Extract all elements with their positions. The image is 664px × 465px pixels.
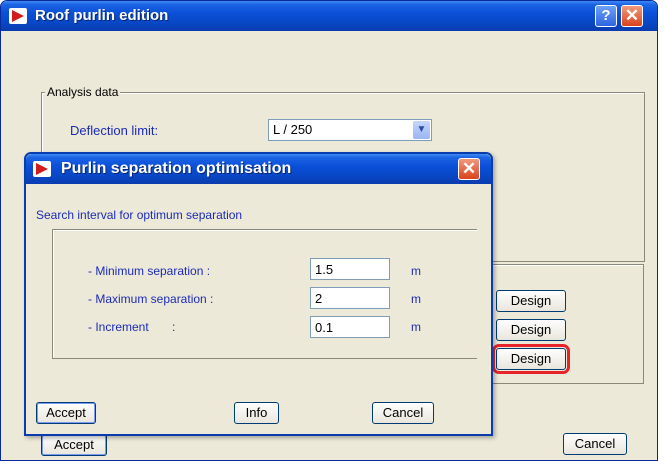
increment-label: - Increment : xyxy=(88,320,176,334)
minimum-separation-input[interactable] xyxy=(310,258,390,280)
purlin-separation-dialog: Purlin separation optimisation ✕ Search … xyxy=(24,152,493,436)
increment-unit: m xyxy=(411,320,421,334)
chevron-down-icon[interactable]: ▼ xyxy=(413,121,430,139)
analysis-data-legend: Analysis data xyxy=(45,85,121,99)
dialog-title: Purlin separation optimisation xyxy=(61,160,292,177)
help-icon[interactable]: ? xyxy=(595,5,617,27)
design-button-1[interactable]: Design xyxy=(496,290,566,312)
dialog-cancel-button[interactable]: Cancel xyxy=(372,402,434,424)
main-titlebar[interactable]: Roof purlin edition ? ✕ xyxy=(1,1,657,31)
maximum-separation-label: - Maximum separation : xyxy=(88,292,214,306)
deflection-limit-select[interactable]: L / 250 ▼ xyxy=(268,119,432,141)
minimum-separation-label: - Minimum separation : xyxy=(88,264,211,278)
increment-input[interactable] xyxy=(310,316,390,338)
close-icon[interactable]: ✕ xyxy=(621,5,643,27)
main-accept-button[interactable]: Accept xyxy=(41,434,107,456)
app-icon xyxy=(9,8,27,24)
deflection-limit-label: Deflection limit: xyxy=(70,123,159,138)
dialog-info-button[interactable]: Info xyxy=(234,402,279,424)
design-button-3[interactable]: Design xyxy=(492,344,570,374)
main-cancel-button[interactable]: Cancel xyxy=(563,433,627,455)
app-icon xyxy=(33,161,51,177)
dialog-titlebar[interactable]: Purlin separation optimisation ✕ xyxy=(26,154,491,184)
close-icon[interactable]: ✕ xyxy=(458,158,480,180)
design-button-2[interactable]: Design xyxy=(496,319,566,341)
maximum-separation-unit: m xyxy=(411,292,421,306)
deflection-limit-value: L / 250 xyxy=(273,122,313,137)
dialog-accept-button[interactable]: Accept xyxy=(36,402,96,424)
main-window-title: Roof purlin edition xyxy=(35,7,169,24)
dialog-subtitle: Search interval for optimum separation xyxy=(36,208,243,222)
maximum-separation-input[interactable] xyxy=(310,287,390,309)
minimum-separation-unit: m xyxy=(411,264,421,278)
